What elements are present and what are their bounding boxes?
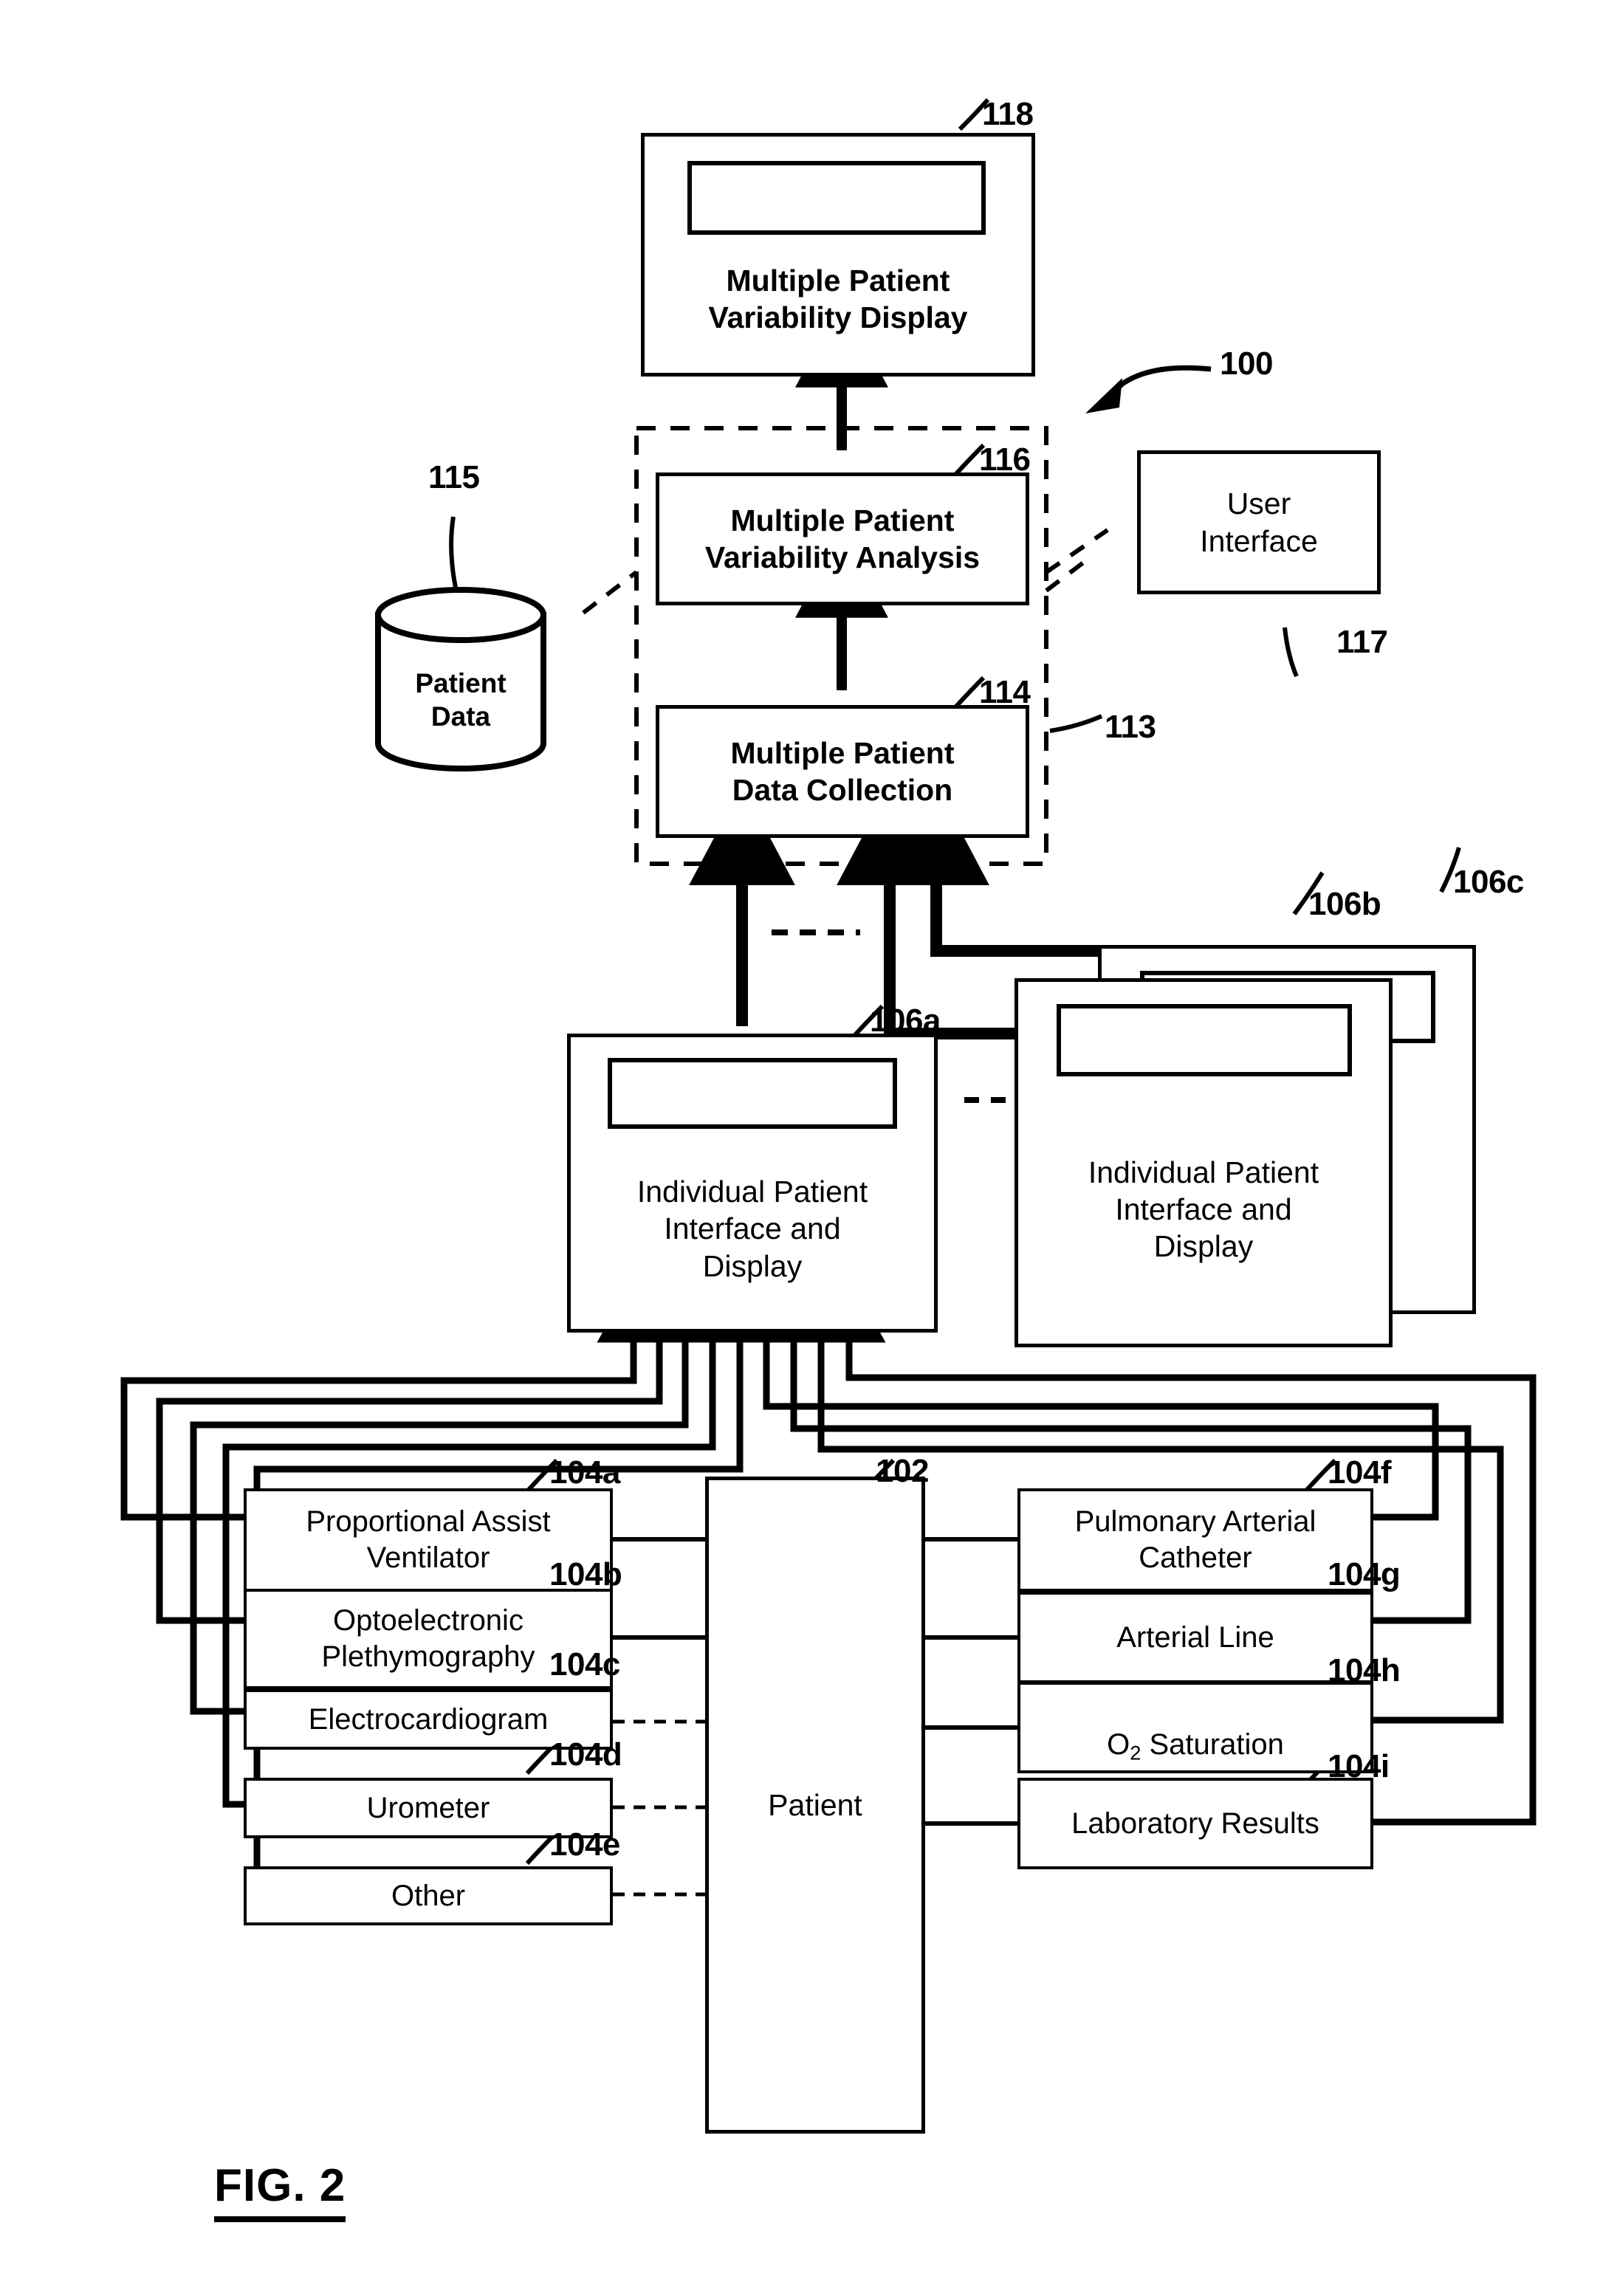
device-box-104g[interactable]: Arterial Line bbox=[1017, 1592, 1373, 1683]
patient-label: Patient bbox=[768, 1787, 862, 1822]
ref-104h: 104h bbox=[1328, 1652, 1401, 1688]
display-screen-106b bbox=[1057, 1004, 1352, 1076]
multiple-patient-variability-display-label: Multiple Patient Variability Display bbox=[708, 263, 968, 334]
device-label-104c: Electrocardiogram bbox=[308, 1702, 549, 1736]
multiple-patient-data-collection-box[interactable]: Multiple Patient Data Collection bbox=[656, 705, 1029, 838]
individual-patient-a-box[interactable]: Individual Patient Interface and Display bbox=[567, 1034, 938, 1333]
device-label-104a: Proportional Assist Ventilator bbox=[306, 1505, 551, 1574]
patient-box[interactable]: Patient bbox=[705, 1477, 925, 2134]
ref-106c: 106c bbox=[1453, 864, 1524, 900]
multiple-patient-data-collection-label: Multiple Patient Data Collection bbox=[730, 735, 955, 807]
multiple-patient-variability-analysis-label: Multiple Patient Variability Analysis bbox=[704, 503, 981, 574]
device-label-104e: Other bbox=[391, 1879, 466, 1912]
individual-patient-b-box[interactable]: Individual Patient Interface and Display bbox=[1015, 978, 1393, 1347]
multiple-patient-variability-analysis-box[interactable]: Multiple Patient Variability Analysis bbox=[656, 472, 1029, 605]
ref-104f: 104f bbox=[1328, 1454, 1392, 1491]
device-label-104g: Arterial Line bbox=[1116, 1620, 1274, 1654]
ref-116: 116 bbox=[979, 441, 1031, 478]
ref-117: 117 bbox=[1336, 624, 1388, 660]
ref-104e: 104e bbox=[549, 1826, 620, 1863]
ref-104a: 104a bbox=[549, 1454, 620, 1491]
display-screen-106a bbox=[608, 1058, 897, 1129]
patient-data-label: Patient Data bbox=[415, 668, 507, 732]
device-label-104h: O2 Saturation bbox=[1101, 1691, 1290, 1765]
figure-caption: FIG. 2 bbox=[214, 2159, 346, 2222]
device-label-104h-rest: Saturation bbox=[1141, 1728, 1284, 1761]
leader-100-arrowhead bbox=[1085, 378, 1122, 413]
ref-104d: 104d bbox=[549, 1736, 622, 1773]
user-interface-label: User Interface bbox=[1200, 487, 1318, 558]
device-box-104e[interactable]: Other bbox=[244, 1866, 613, 1925]
device-label-104b: Optoelectronic Plethymography bbox=[321, 1604, 535, 1673]
ref-113: 113 bbox=[1105, 709, 1156, 745]
device-box-104f[interactable]: Pulmonary Arterial Catheter bbox=[1017, 1488, 1373, 1592]
ref-106a: 106a bbox=[870, 1003, 941, 1039]
ref-114: 114 bbox=[979, 674, 1031, 710]
device-label-104d: Urometer bbox=[366, 1791, 490, 1824]
ref-104g: 104g bbox=[1328, 1556, 1401, 1592]
device-label-104i: Laboratory Results bbox=[1071, 1807, 1319, 1840]
ref-106b: 106b bbox=[1308, 886, 1381, 922]
ref-104b: 104b bbox=[549, 1556, 622, 1592]
ref-104i: 104i bbox=[1328, 1748, 1390, 1784]
device-label-104h-main: O bbox=[1107, 1728, 1130, 1761]
device-box-104i[interactable]: Laboratory Results bbox=[1017, 1778, 1373, 1869]
display-screen-118 bbox=[687, 161, 986, 235]
individual-patient-a-label: Individual Patient Interface and Display bbox=[636, 1175, 868, 1283]
device-label-104f: Pulmonary Arterial Catheter bbox=[1074, 1505, 1316, 1574]
arrow-106c-to-collection bbox=[883, 785, 1189, 957]
device-box-104h[interactable]: O2 Saturation bbox=[1017, 1682, 1373, 1773]
individual-patient-b-label: Individual Patient Interface and Display bbox=[1088, 1155, 1319, 1263]
patient-data-leader bbox=[582, 570, 638, 615]
ref-104c: 104c bbox=[549, 1646, 620, 1683]
patient-data-store[interactable]: Patient Data bbox=[371, 587, 551, 771]
ref-118: 118 bbox=[982, 96, 1034, 132]
patent-figure-2: Multiple Patient Variability Display 118… bbox=[0, 0, 1617, 2296]
user-interface-box[interactable]: User Interface bbox=[1137, 450, 1381, 594]
ref-102: 102 bbox=[876, 1453, 929, 1489]
multiple-patient-variability-display-box[interactable]: Multiple Patient Variability Display bbox=[641, 133, 1035, 377]
ref-115: 115 bbox=[428, 459, 480, 495]
ref-100: 100 bbox=[1220, 346, 1273, 382]
device-label-104h-subscript: 2 bbox=[1130, 1741, 1141, 1764]
